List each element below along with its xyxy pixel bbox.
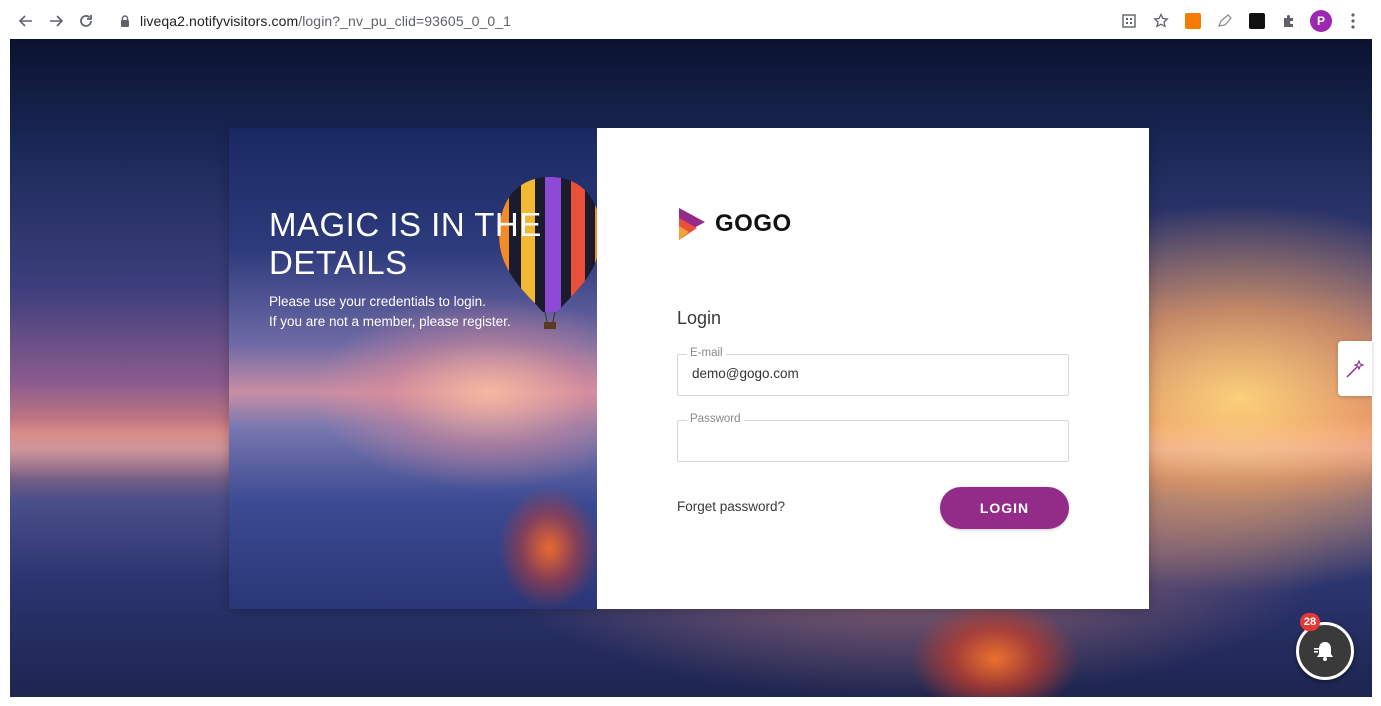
notification-bell-button[interactable] bbox=[1296, 622, 1354, 680]
profile-avatar[interactable]: P bbox=[1310, 10, 1332, 32]
water-reflection bbox=[910, 599, 1080, 697]
password-field[interactable]: Password bbox=[677, 413, 1069, 462]
address-bar[interactable]: liveqa2.notifyvisitors.com/login?_nv_pu_… bbox=[110, 7, 511, 35]
login-title: Login bbox=[677, 308, 722, 328]
pencil-icon bbox=[1218, 14, 1232, 27]
url-path: /login?_nv_pu_clid=93605_0_0_1 bbox=[298, 13, 512, 29]
login-button[interactable]: LOGIN bbox=[940, 487, 1069, 529]
notification-widget[interactable]: 28 bbox=[1296, 613, 1354, 680]
brand-name: GOGO bbox=[715, 210, 792, 237]
login-panel: GOGO Login E-mail Password Forget passwo… bbox=[597, 128, 1149, 609]
extension-icon bbox=[1284, 15, 1293, 27]
bell-icon bbox=[1314, 642, 1333, 661]
extension-edit[interactable] bbox=[1214, 10, 1236, 32]
gogo-logo-icon bbox=[679, 208, 705, 240]
hero-reflection bbox=[499, 488, 597, 608]
email-field[interactable]: E-mail bbox=[677, 347, 1069, 396]
hero-subtext-line2: If you are not a member, please register… bbox=[269, 314, 511, 329]
brand: GOGO bbox=[677, 206, 792, 242]
password-input[interactable] bbox=[690, 431, 1050, 448]
hero-headline: MAGIC IS IN THE DETAILS bbox=[269, 206, 569, 282]
password-label: Password bbox=[687, 413, 744, 425]
forget-password-link[interactable]: Forget password? bbox=[677, 499, 785, 514]
menu-dots-icon bbox=[1351, 13, 1355, 29]
hero-subtext-line1: Please use your credentials to login. bbox=[269, 294, 486, 309]
login-card: MAGIC IS IN THE DETAILS Please use your … bbox=[229, 128, 1149, 609]
side-widget-tab[interactable] bbox=[1338, 341, 1372, 396]
hero-headline-line1: MAGIC IS IN THE bbox=[269, 206, 542, 243]
star-icon bbox=[1153, 13, 1169, 28]
extensions-button[interactable] bbox=[1278, 10, 1300, 32]
forward-arrow-icon bbox=[50, 15, 64, 27]
lock-icon bbox=[121, 15, 129, 27]
browser-menu-button[interactable] bbox=[1342, 10, 1364, 32]
extension-analytics-orange[interactable] bbox=[1182, 10, 1204, 32]
back-arrow-icon bbox=[18, 15, 32, 27]
browser-toolbar: liveqa2.notifyvisitors.com/login?_nv_pu_… bbox=[10, 4, 1372, 38]
email-label: E-mail bbox=[687, 347, 726, 359]
notification-count-badge: 28 bbox=[1300, 613, 1320, 631]
analytics-icon bbox=[1185, 13, 1201, 29]
reload-button[interactable] bbox=[72, 7, 100, 35]
email-input[interactable] bbox=[690, 365, 1050, 382]
forward-button[interactable] bbox=[42, 7, 70, 35]
hero-headline-line2: DETAILS bbox=[269, 244, 408, 281]
url-host: liveqa2.notifyvisitors.com bbox=[140, 13, 299, 29]
hero-subtext: Please use your credentials to login. If… bbox=[269, 292, 511, 332]
back-button[interactable] bbox=[12, 7, 40, 35]
hero-panel: MAGIC IS IN THE DETAILS Please use your … bbox=[229, 128, 597, 609]
bookmark-star-button[interactable] bbox=[1150, 10, 1172, 32]
extension-analytics-dark[interactable] bbox=[1246, 10, 1268, 32]
magic-wand-icon bbox=[1346, 359, 1365, 377]
qr-code-button[interactable] bbox=[1118, 10, 1140, 32]
qr-code-icon bbox=[1122, 14, 1136, 28]
chart-icon bbox=[1249, 13, 1265, 29]
reload-icon bbox=[80, 15, 92, 27]
